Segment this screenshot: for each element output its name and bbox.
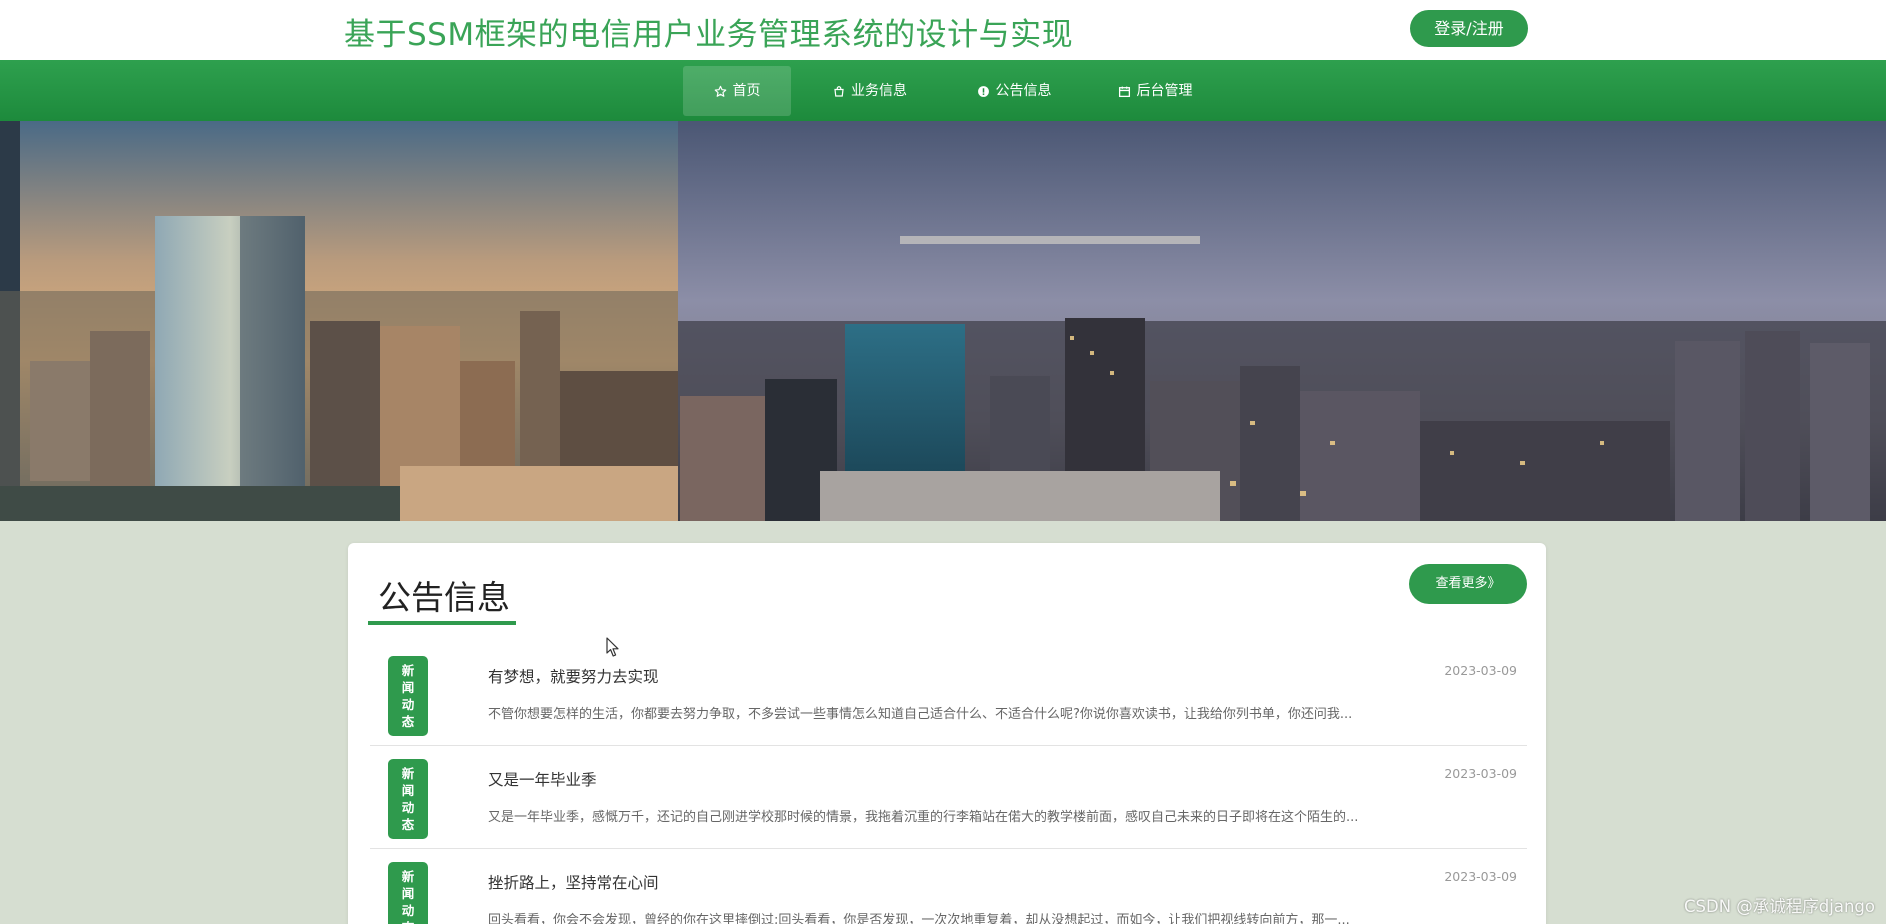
city-skyline-image: [0, 121, 1886, 521]
news-summary: 又是一年毕业季，感慨万千，还记的自己刚进学校那时候的情景，我拖着沉重的行李箱站在…: [488, 810, 1359, 825]
nav-label-home: 首页: [732, 83, 761, 99]
news-title[interactable]: 挫折路上，坚持常在心间: [488, 871, 659, 893]
site-title: 基于SSM框架的电信用户业务管理系统的设计与实现: [344, 17, 1074, 53]
nav-item-notices[interactable]: 公告信息: [960, 66, 1068, 116]
mouse-cursor-icon: [606, 637, 619, 657]
bag-icon: [833, 85, 845, 98]
section-title: 公告信息: [378, 578, 510, 617]
nav-label-business: 业务信息: [851, 83, 907, 99]
title-underline: [368, 621, 516, 625]
news-date: 2023-03-09: [1444, 663, 1517, 678]
news-badge: 新 闻 动 态: [388, 759, 428, 839]
nav-label-notices: 公告信息: [995, 83, 1052, 99]
news-date: 2023-03-09: [1444, 766, 1517, 781]
login-register-button[interactable]: 登录/注册: [1410, 10, 1528, 47]
notice-list-item[interactable]: 新 闻 动 态 又是一年毕业季 又是一年毕业季，感慨万千，还记的自己刚进学校那时…: [370, 746, 1527, 849]
news-title[interactable]: 又是一年毕业季: [488, 768, 597, 790]
nav-label-admin: 后台管理: [1136, 83, 1193, 99]
nav-item-home[interactable]: 首页: [683, 66, 791, 116]
star-icon: [714, 85, 727, 98]
news-title[interactable]: 有梦想，就要努力去实现: [488, 665, 659, 687]
news-date: 2023-03-09: [1444, 869, 1517, 884]
notice-list-item[interactable]: 新 闻 动 态 有梦想，就要努力去实现 不管你想要怎样的生活，你都要去努力争取，…: [370, 643, 1527, 746]
news-badge: 新 闻 动 态: [388, 862, 428, 924]
notice-section: 公告信息 查看更多》 新 闻 动 态 有梦想，就要努力去实现 不管你想要怎样的生…: [348, 543, 1546, 924]
news-badge: 新 闻 动 态: [388, 656, 428, 736]
calendar-icon: [1118, 85, 1131, 98]
top-header: 基于SSM框架的电信用户业务管理系统的设计与实现 登录/注册: [0, 0, 1886, 60]
nav-item-admin[interactable]: 后台管理: [1100, 66, 1210, 116]
news-summary: 回头看看，你会不会发现，曾经的你在这里摔倒过;回头看看，你是否发现，一次次地重复…: [488, 913, 1350, 924]
csdn-watermark: CSDN @承诚程序django: [1684, 897, 1875, 916]
notice-list-item[interactable]: 新 闻 动 态 挫折路上，坚持常在心间 回头看看，你会不会发现，曾经的你在这里摔…: [370, 849, 1527, 924]
nav-item-business[interactable]: 业务信息: [820, 66, 920, 116]
info-circle-icon: [977, 85, 990, 98]
hero-banner: [0, 121, 1886, 521]
main-nav: 首页 业务信息 公告信息 后台管理: [0, 60, 1886, 121]
news-summary: 不管你想要怎样的生活，你都要去努力争取，不多尝试一些事情怎么知道自己适合什么、不…: [488, 707, 1353, 722]
view-more-button[interactable]: 查看更多》: [1409, 564, 1527, 604]
